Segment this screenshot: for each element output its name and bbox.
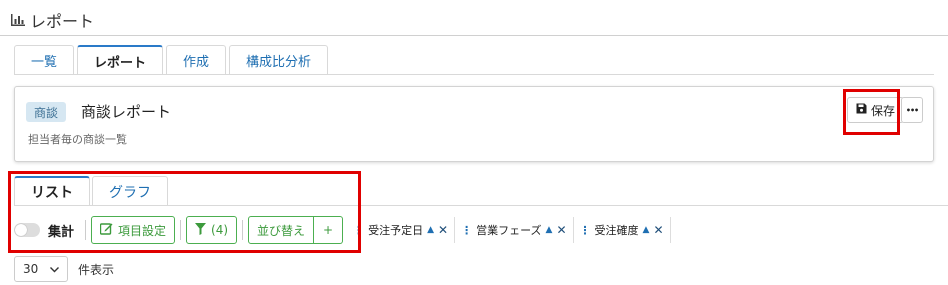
category-badge: 商談 bbox=[26, 102, 67, 122]
remove-icon[interactable]: ✕ bbox=[438, 223, 448, 237]
per-page-value: 30 bbox=[23, 262, 39, 276]
sort-chip: ⋮ 営業フェーズ ▲ ✕ bbox=[455, 217, 574, 243]
tab-list[interactable]: 一覧 bbox=[14, 45, 75, 75]
per-page-suffix: 件表示 bbox=[78, 262, 115, 277]
sort-ascending-icon[interactable]: ▲ bbox=[546, 225, 553, 235]
report-description: 担当者毎の商談一覧 bbox=[28, 133, 127, 146]
page-header: レポート bbox=[0, 0, 948, 36]
report-title: 商談レポート bbox=[81, 103, 172, 121]
chevron-down-icon bbox=[50, 262, 59, 276]
highlight-save bbox=[843, 89, 900, 135]
bar-chart-icon bbox=[10, 13, 26, 27]
sort-chip-label: 受注予定日 bbox=[368, 224, 424, 237]
tab-create[interactable]: 作成 bbox=[166, 45, 227, 75]
page-title: レポート bbox=[10, 8, 94, 32]
sort-chip-label: 受注確度 bbox=[594, 224, 639, 237]
drag-handle-icon[interactable]: ⋮ bbox=[461, 224, 472, 237]
remove-icon[interactable]: ✕ bbox=[556, 223, 566, 237]
sort-ascending-icon[interactable]: ▲ bbox=[427, 225, 434, 235]
tab-report[interactable]: レポート bbox=[77, 45, 164, 75]
sort-chip-label: 営業フェーズ bbox=[476, 224, 542, 237]
highlight-toolbar bbox=[8, 171, 361, 253]
sort-chip: ⋮ 受注確度 ▲ ✕ bbox=[574, 217, 671, 243]
remove-icon[interactable]: ✕ bbox=[653, 223, 663, 237]
tab-composition-analysis[interactable]: 構成比分析 bbox=[229, 45, 329, 75]
tabs-divider bbox=[14, 74, 934, 75]
main-tabs: 一覧 レポート 作成 構成比分析 bbox=[14, 45, 329, 75]
pagination-size: 30 件表示 bbox=[14, 256, 114, 282]
report-card: 商談 商談レポート 担当者毎の商談一覧 保存 ••• bbox=[14, 86, 934, 162]
page-title-text: レポート bbox=[30, 12, 95, 31]
more-options-button[interactable]: ••• bbox=[901, 97, 923, 123]
ellipsis-icon: ••• bbox=[905, 105, 919, 115]
sort-ascending-icon[interactable]: ▲ bbox=[643, 225, 650, 235]
drag-handle-icon[interactable]: ⋮ bbox=[580, 224, 591, 237]
sort-chip: ⋮ 受注予定日 ▲ ✕ bbox=[347, 217, 456, 243]
per-page-select[interactable]: 30 bbox=[14, 256, 68, 282]
